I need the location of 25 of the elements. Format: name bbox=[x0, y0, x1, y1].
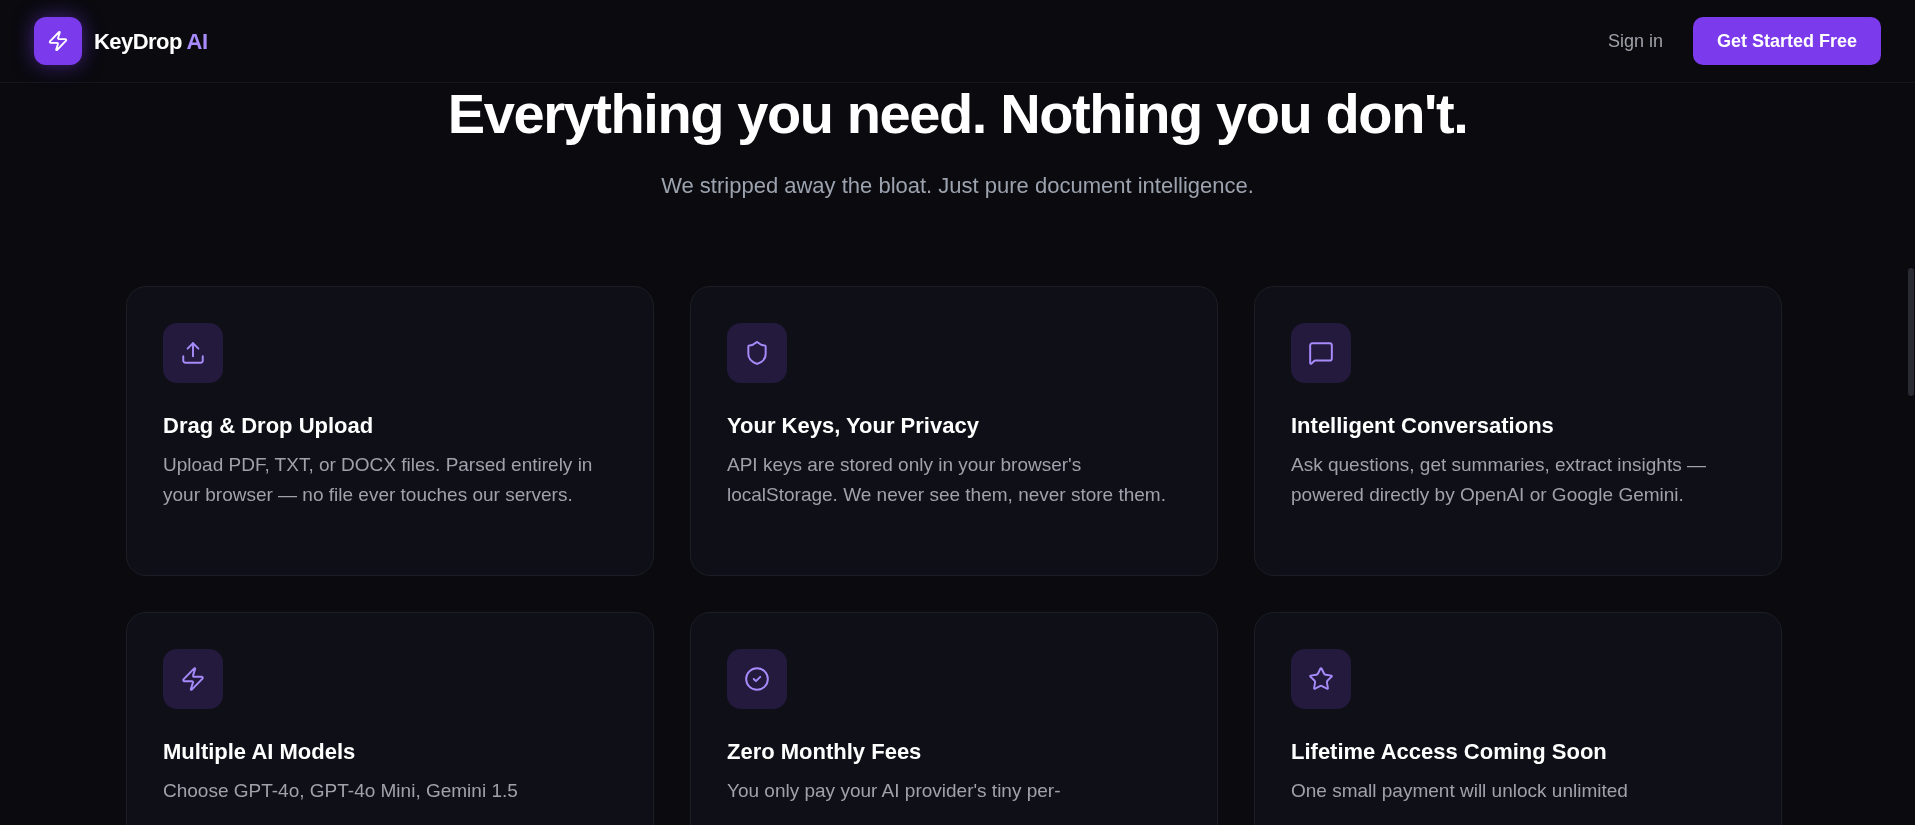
feature-title: Intelligent Conversations bbox=[1291, 411, 1555, 440]
section-title: Everything you need. Nothing you don't. bbox=[447, 83, 1468, 145]
lightning-icon bbox=[180, 665, 206, 692]
feature-description: One small payment will unlock unlimited bbox=[1291, 778, 1629, 803]
feature-title: Lifetime Access Coming Soon bbox=[1291, 737, 1608, 766]
scrollbar-thumb[interactable] bbox=[1908, 268, 1914, 396]
feature-description: Choose GPT-4o, GPT-4o Mini, Gemini 1.5 bbox=[163, 778, 519, 803]
feature-title: Drag & Drop Upload bbox=[163, 411, 375, 440]
star-icon bbox=[1308, 665, 1334, 692]
feature-title: Multiple AI Models bbox=[163, 737, 357, 766]
feature-description: You only pay your AI provider's tiny per- bbox=[727, 778, 1062, 803]
feature-title: Zero Monthly Fees bbox=[727, 737, 923, 766]
check-circle-icon bbox=[744, 665, 770, 692]
feature-description: Upload PDF, TXT, or DOCX files. Parsed entirely in your browser — no file ever touches our servers. bbox=[163, 452, 594, 507]
logo-icon bbox=[34, 17, 82, 65]
upload-icon bbox=[180, 339, 206, 366]
section-subtitle: We stripped away the bloat. Just pure document intelligence. bbox=[661, 171, 1254, 200]
feature-description: API keys are stored only in your browser's localStorage. We never see them, never store them. bbox=[727, 452, 1167, 507]
chat-bubble-icon bbox=[1308, 339, 1334, 366]
get-started-button[interactable]: Get Started Free bbox=[1692, 17, 1881, 65]
feature-description: Ask questions, get summaries, extract insights — powered directly by OpenAI or Google Gemini. bbox=[1291, 452, 1707, 507]
shield-icon bbox=[744, 339, 770, 366]
feature-title: Your Keys, Your Privacy bbox=[727, 411, 980, 440]
sign-in-link[interactable]: Sign in bbox=[1607, 27, 1663, 55]
brand-name[interactable]: KeyDrop AI bbox=[94, 24, 208, 58]
